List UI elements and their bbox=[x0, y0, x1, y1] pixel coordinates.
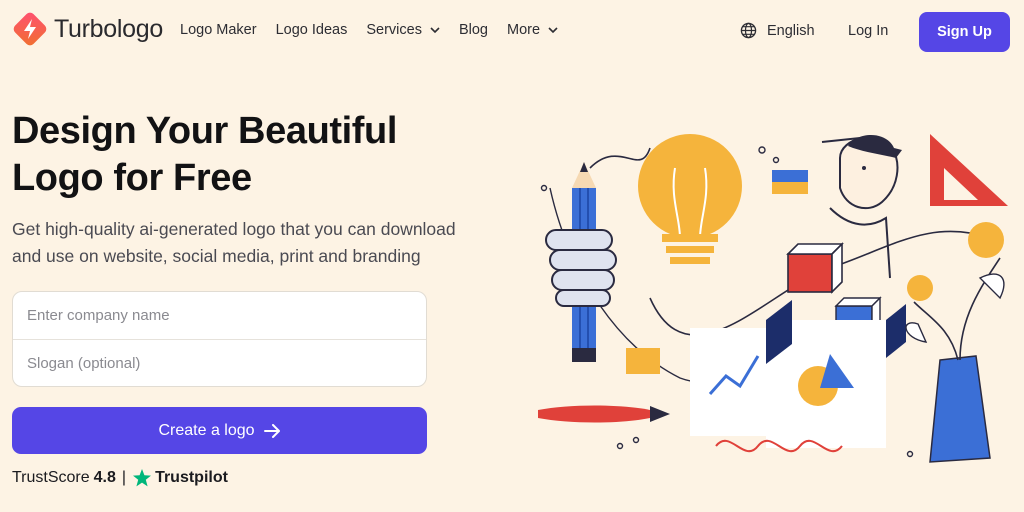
brush-pen-illustration bbox=[538, 405, 670, 423]
trust-label: TrustScore bbox=[12, 469, 90, 486]
language-label: English bbox=[767, 22, 815, 39]
nav-link-services[interactable]: Services bbox=[366, 22, 440, 38]
doodle-dot bbox=[906, 450, 914, 458]
hero-title: Design Your Beautiful Logo for Free bbox=[12, 108, 492, 202]
trustpilot-rating[interactable]: TrustScore 4.8 | Trustpilot bbox=[12, 468, 228, 488]
hero-subtitle: Get high-quality ai-generated logo that … bbox=[12, 216, 502, 270]
hero-title-line-1: Design Your Beautiful bbox=[12, 110, 398, 152]
cube-illustration bbox=[786, 242, 844, 294]
trustpilot-brand: Trustpilot bbox=[155, 469, 228, 486]
brand-logo-link[interactable]: Turbologo bbox=[12, 11, 163, 47]
company-name-input[interactable] bbox=[13, 292, 426, 339]
top-navigation: Turbologo Logo Maker Logo Ideas Services… bbox=[0, 0, 1024, 64]
main-menu: Logo Maker Logo Ideas Services Blog More bbox=[180, 22, 577, 38]
trust-separator: | bbox=[121, 469, 127, 486]
arrow-right-icon bbox=[263, 423, 280, 438]
create-logo-button[interactable]: Create a logo bbox=[12, 407, 427, 454]
hand-illustration bbox=[545, 229, 617, 307]
nav-link-label: More bbox=[506, 22, 541, 38]
star-icon bbox=[133, 469, 152, 487]
chevron-down-icon bbox=[430, 26, 440, 33]
signup-button[interactable]: Sign Up bbox=[919, 12, 1010, 52]
turbologo-mark-icon bbox=[13, 12, 47, 46]
doodle-dot bbox=[540, 184, 548, 192]
slogan-input[interactable] bbox=[13, 340, 426, 386]
trust-score: 4.8 bbox=[93, 469, 116, 486]
create-logo-label: Create a logo bbox=[158, 421, 255, 439]
nav-link-label: Blog bbox=[458, 22, 488, 38]
brand-name: Turbologo bbox=[54, 14, 163, 43]
flag-illustration bbox=[772, 170, 808, 194]
paper-sheets-illustration bbox=[690, 300, 906, 448]
nav-link-more[interactable]: More bbox=[507, 22, 558, 38]
vase-illustration bbox=[905, 222, 1005, 463]
hero-subtitle-line-2: and use on website, social media, print … bbox=[12, 246, 421, 266]
globe-icon bbox=[740, 22, 757, 39]
nav-link-label: Logo Maker bbox=[180, 22, 257, 38]
logo-form bbox=[12, 291, 427, 387]
nav-link-logo-maker[interactable]: Logo Maker bbox=[180, 22, 257, 38]
login-link[interactable]: Log In bbox=[848, 23, 888, 39]
nav-link-label: Logo Ideas bbox=[275, 22, 348, 38]
nav-link-blog[interactable]: Blog bbox=[459, 22, 488, 38]
hero-title-line-2: Logo for Free bbox=[12, 157, 252, 199]
nav-link-label: Services bbox=[366, 22, 422, 38]
doodle-dot bbox=[772, 156, 780, 164]
hero-illustration bbox=[538, 134, 1008, 463]
doodle-dot bbox=[758, 146, 766, 154]
hero-subtitle-line-1: Get high-quality ai-generated logo that … bbox=[12, 219, 456, 239]
doodle-dot bbox=[632, 436, 640, 444]
lightbulb-illustration bbox=[638, 134, 742, 264]
sticky-note-illustration bbox=[626, 348, 660, 374]
chevron-down-icon bbox=[548, 26, 558, 33]
doodle-dot bbox=[616, 442, 624, 450]
triangle-ruler-illustration bbox=[930, 134, 1008, 206]
nav-link-logo-ideas[interactable]: Logo Ideas bbox=[276, 22, 348, 38]
language-selector[interactable]: English bbox=[740, 22, 815, 39]
